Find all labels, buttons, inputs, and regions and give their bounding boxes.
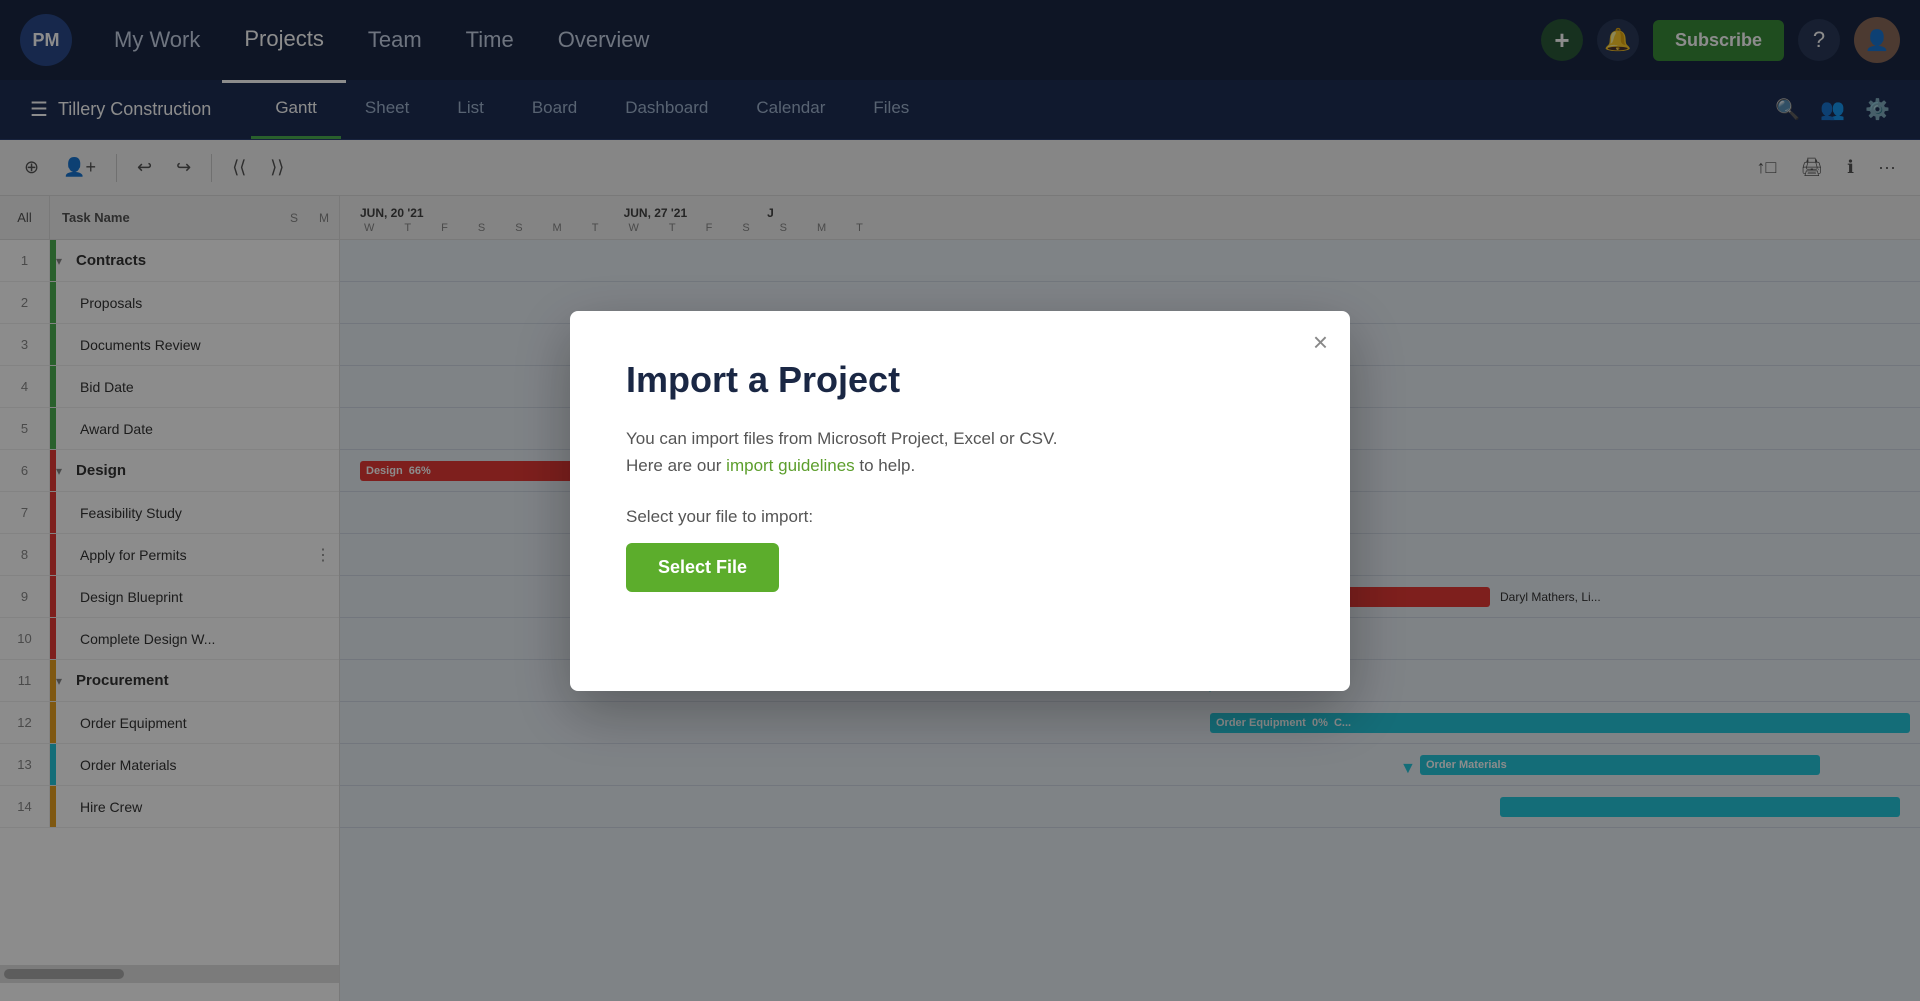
import-project-modal: × Import a Project You can import files … [570, 311, 1350, 691]
modal-select-label: Select your file to import: [626, 507, 1294, 527]
modal-close-button[interactable]: × [1313, 329, 1328, 355]
modal-overlay[interactable]: × Import a Project You can import files … [0, 0, 1920, 1001]
modal-desc-text-2: to help. [855, 456, 916, 475]
modal-description: You can import files from Microsoft Proj… [626, 425, 1294, 479]
modal-title: Import a Project [626, 359, 1294, 401]
import-guidelines-link[interactable]: import guidelines [726, 456, 855, 475]
select-file-button[interactable]: Select File [626, 543, 779, 592]
